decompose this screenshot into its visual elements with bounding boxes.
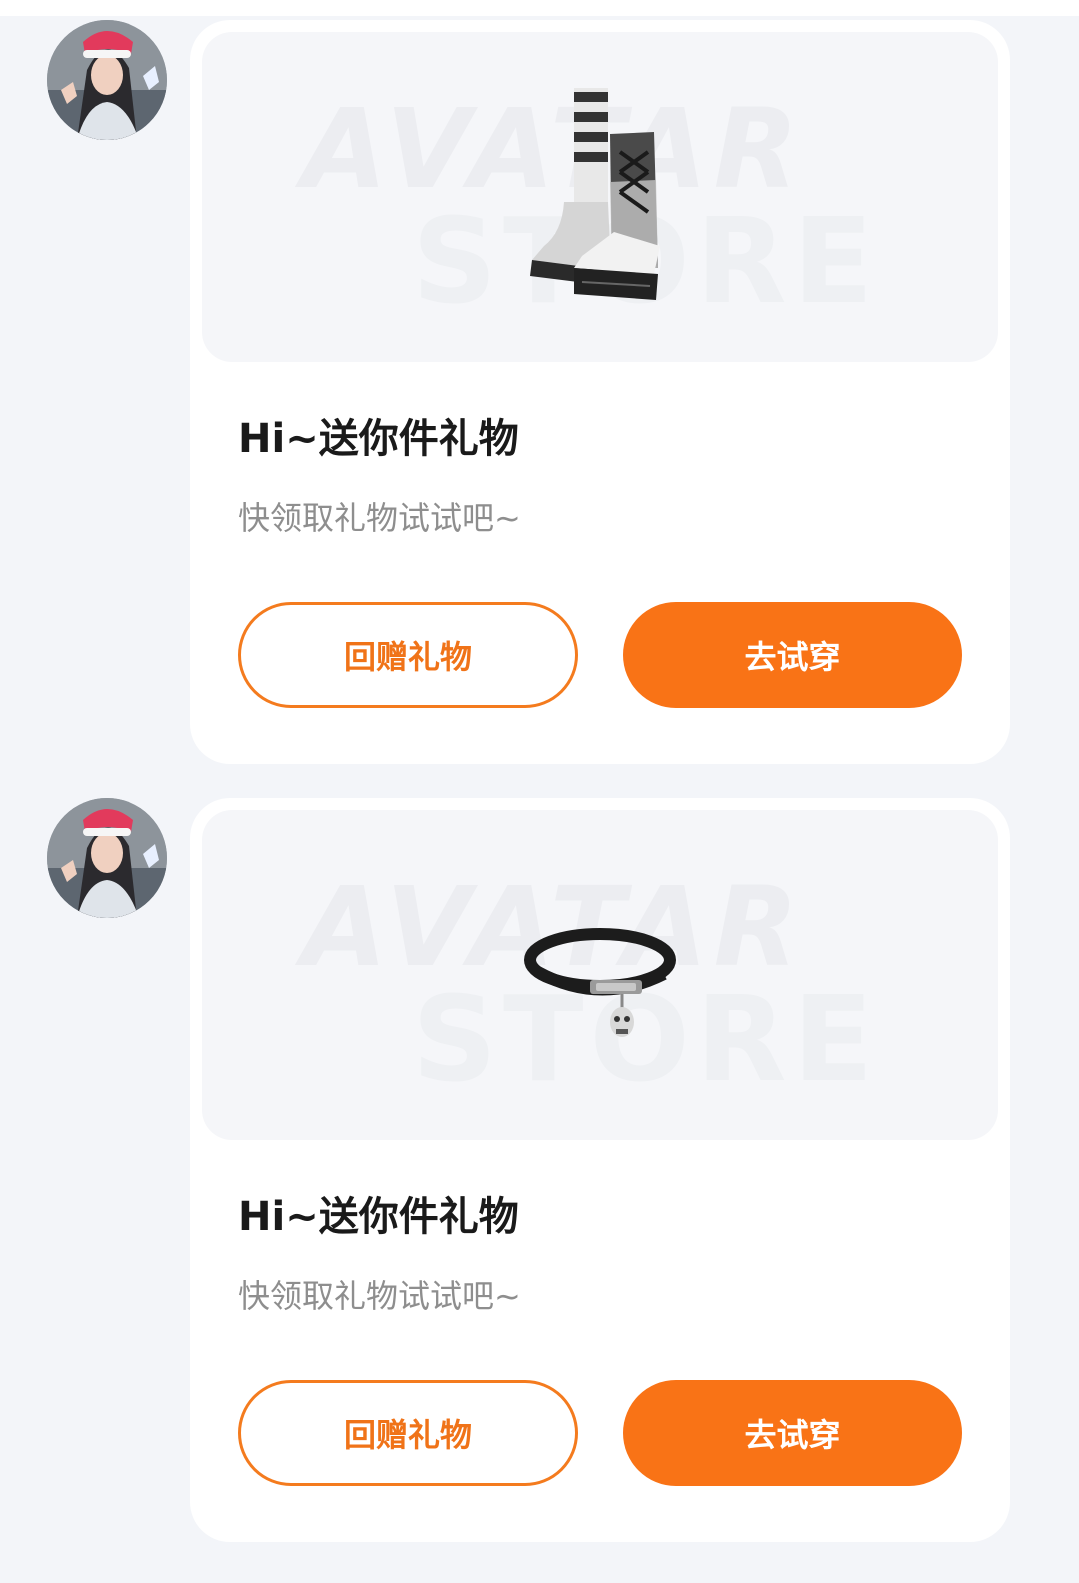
return-gift-button[interactable]: 回赠礼物 <box>238 1380 578 1486</box>
gift-title: Hi~送你件礼物 <box>238 1194 519 1240</box>
sender-avatar[interactable] <box>47 798 167 918</box>
gift-subtitle: 快领取礼物试试吧~ <box>238 1277 521 1315</box>
boots-icon <box>530 88 660 300</box>
try-on-button[interactable]: 去试穿 <box>623 602 962 708</box>
gift-image-area: AVATAR STORE <box>202 32 998 362</box>
return-gift-button[interactable]: 回赠礼物 <box>238 602 578 708</box>
sender-avatar[interactable] <box>47 20 167 140</box>
top-strip <box>0 0 1079 16</box>
try-on-button[interactable]: 去试穿 <box>623 1380 962 1486</box>
choker-necklace-icon <box>524 928 676 1037</box>
gift-card: AVATAR STORE Hi~送你件礼物 快领取礼物试试吧~ <box>190 20 1010 764</box>
gift-card: AVATAR STORE Hi~送你件礼物 快领取礼物试试吧~ 回赠礼物 去试穿 <box>190 798 1010 1542</box>
gift-title: Hi~送你件礼物 <box>238 416 519 462</box>
gift-subtitle: 快领取礼物试试吧~ <box>238 499 521 537</box>
gift-image-area: AVATAR STORE <box>202 810 998 1140</box>
